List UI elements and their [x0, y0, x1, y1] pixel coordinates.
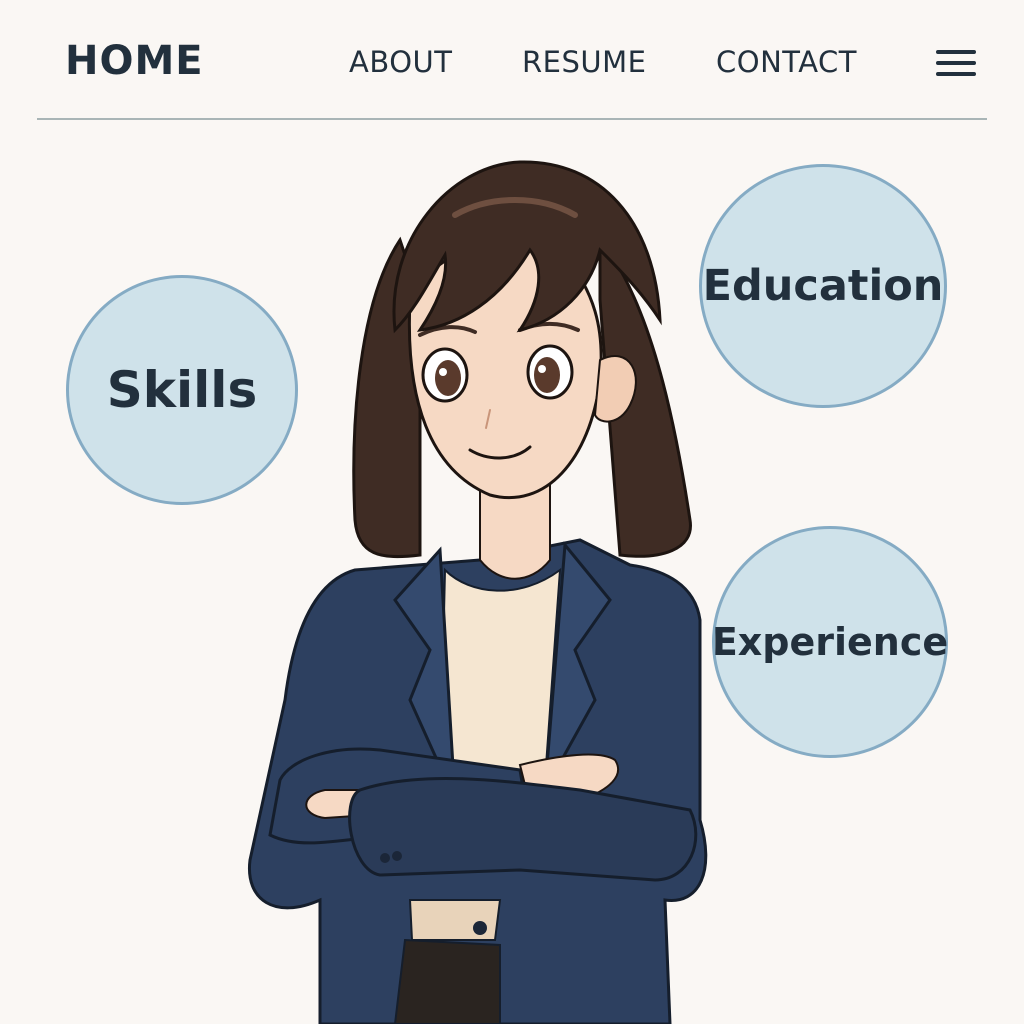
portrait-illustration [247, 160, 708, 1024]
nav-resume-link[interactable]: RESUME [522, 45, 646, 79]
top-navigation: HOME ABOUT RESUME CONTACT [0, 0, 1024, 120]
eye-right-shine [538, 365, 546, 373]
menu-bar-middle [936, 61, 976, 65]
skirt [393, 938, 501, 1024]
shirt-lower [408, 899, 502, 941]
portfolio-page: HOME ABOUT RESUME CONTACT Skills Educati… [0, 0, 1024, 1024]
cuff-button-1 [380, 853, 390, 863]
experience-bubble[interactable]: Experience [712, 526, 948, 758]
iris-left [435, 360, 461, 396]
menu-bar-bottom [936, 72, 976, 76]
eye-left-shine [439, 368, 447, 376]
experience-label: Experience [711, 620, 949, 664]
iris-right [534, 357, 560, 393]
nav-home-link[interactable]: HOME [65, 38, 204, 84]
education-bubble[interactable]: Education [699, 164, 947, 408]
education-label: Education [702, 261, 944, 311]
jacket-button [473, 921, 487, 935]
cuff-button-2 [392, 851, 402, 861]
menu-bar-top [936, 50, 976, 54]
header-divider [37, 118, 987, 120]
nav-contact-link[interactable]: CONTACT [716, 45, 857, 79]
nav-about-link[interactable]: ABOUT [349, 45, 453, 79]
hamburger-menu-icon[interactable] [934, 48, 978, 80]
